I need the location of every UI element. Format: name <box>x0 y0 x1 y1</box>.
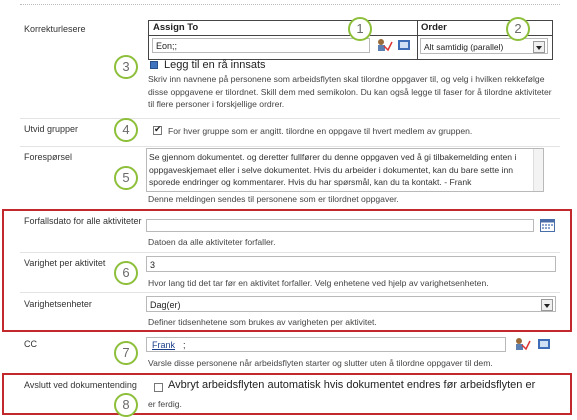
divider <box>20 292 560 293</box>
divider <box>20 146 560 147</box>
order-select[interactable]: Alt samtidig (parallel) <box>420 38 548 54</box>
end-on-change-checkbox[interactable] <box>154 383 163 392</box>
due-date-input[interactable] <box>146 219 534 232</box>
callout-7: 7 <box>114 341 138 365</box>
callout-4: 4 <box>114 118 138 142</box>
callout-1: 1 <box>348 17 372 41</box>
duration-units-select[interactable]: Dag(er) <box>146 296 556 312</box>
order-header: Order <box>421 22 447 33</box>
chevron-down-icon[interactable] <box>541 299 553 311</box>
duration-units-label: Varighetsenheter <box>24 299 92 309</box>
chevron-down-icon[interactable] <box>533 41 545 53</box>
cc-label: CC <box>24 339 37 349</box>
expand-groups-checkbox[interactable] <box>153 124 162 135</box>
due-date-description: Datoen da alle aktiviteter forfaller. <box>148 237 276 247</box>
address-book-icon[interactable] <box>397 38 411 52</box>
reviewers-description: Skriv inn navnene på personene som arbei… <box>148 74 552 109</box>
due-date-label: Forfallsdato for alle aktiviteter <box>24 216 142 226</box>
cc-separator: ; <box>183 340 186 350</box>
request-note: Denne meldingen sendes til personene som… <box>148 194 399 204</box>
scrollbar[interactable] <box>533 149 543 191</box>
assign-to-header: Assign To <box>153 22 199 33</box>
end-on-change-text-2: er ferdig. <box>148 399 182 409</box>
reviewers-label: Korrekturlesere <box>24 24 86 34</box>
expand-groups-text: For hver gruppe som er angitt. tilordne … <box>168 126 473 136</box>
duration-units-description: Definer tidsenhetene som brukes av varig… <box>148 317 377 327</box>
duration-input[interactable]: 3 <box>146 256 556 272</box>
callout-5: 5 <box>114 166 138 190</box>
divider <box>20 4 560 5</box>
request-label: Forespørsel <box>24 152 73 162</box>
assign-to-input[interactable]: Eon;; <box>152 38 370 53</box>
callout-8: 8 <box>114 393 138 417</box>
callout-3: 3 <box>114 55 138 79</box>
divider <box>20 252 560 253</box>
end-on-change-text: Avbryt arbeidsflyten automatisk hvis dok… <box>168 379 536 391</box>
request-textarea[interactable]: Se gjennom dokumentet. og deretter fullf… <box>146 148 544 192</box>
cc-input[interactable]: Frank ; <box>146 337 506 352</box>
check-names-icon[interactable] <box>514 337 534 351</box>
calendar-icon[interactable] <box>540 218 555 232</box>
divider <box>20 118 560 119</box>
expand-groups-label: Utvid grupper <box>24 124 79 134</box>
callout-2: 2 <box>506 17 530 41</box>
duration-description: Hvor lang tid det tar før en aktivitet f… <box>148 278 489 288</box>
end-on-change-label: Avslutt ved dokumentending <box>24 380 137 390</box>
add-stage-icon[interactable] <box>150 61 158 69</box>
cc-description: Varsle disse personene når arbeidsflyten… <box>148 358 493 368</box>
cc-person-link[interactable]: Frank <box>152 340 175 350</box>
duration-label: Varighet per aktivitet <box>24 258 106 268</box>
callout-6: 6 <box>114 261 138 285</box>
address-book-icon[interactable] <box>537 337 551 351</box>
add-stage-link[interactable]: Legg til en rå innsats <box>164 59 266 71</box>
